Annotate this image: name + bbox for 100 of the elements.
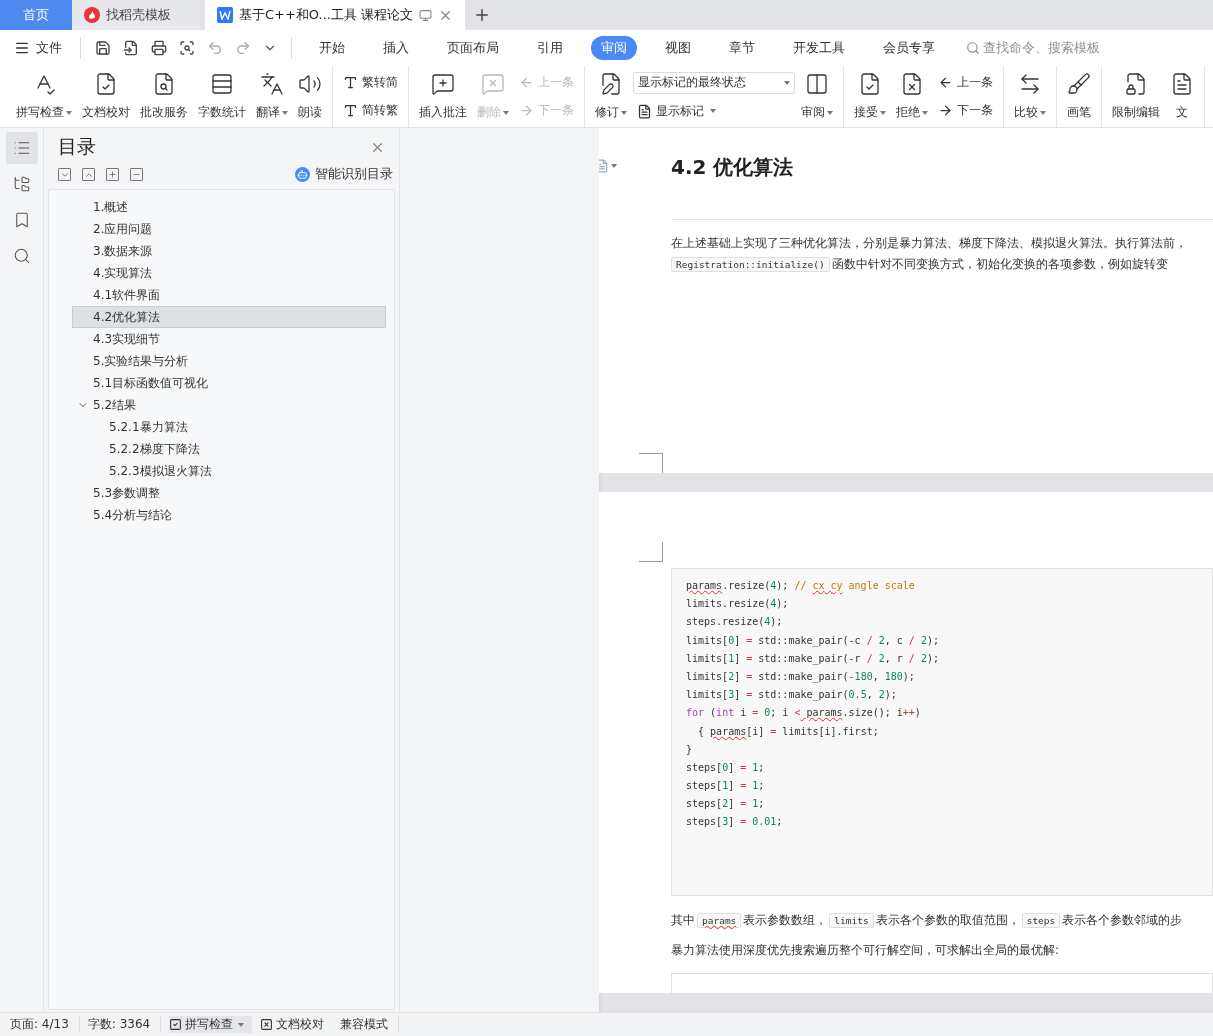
minus-icon[interactable]: [130, 168, 143, 181]
toc-item[interactable]: 2.应用问题: [72, 218, 386, 240]
flame-logo-icon: [84, 7, 100, 23]
expand-icon[interactable]: [58, 168, 71, 181]
ribbon-button[interactable]: 插入批注: [415, 68, 471, 125]
toc-item[interactable]: 5.2结果: [72, 394, 386, 416]
code-line: steps[1] = 1;: [686, 779, 766, 794]
code-line: params.resize(4); // cx cy angle scale: [686, 579, 916, 593]
toc-item[interactable]: 5.1目标函数值可视化: [72, 372, 386, 394]
toc-item[interactable]: 4.2优化算法: [72, 306, 386, 328]
ribbon-button[interactable]: 拒绝: [892, 68, 932, 125]
ribbon-tab[interactable]: 引用: [527, 36, 573, 60]
body-text: 暴力算法使用深度优先搜索遍历整个可行解空间，可求解出全局的最优解:: [671, 942, 1061, 959]
outline-icon[interactable]: [5, 132, 38, 164]
spellcheck-button[interactable]: 拼写检查: [169, 1016, 253, 1033]
ribbon-tab[interactable]: 视图: [655, 36, 701, 60]
ribbon-button[interactable]: 修订: [591, 68, 631, 125]
ribbon-button[interactable]: 显示标记: [633, 100, 795, 122]
caret-icon: [784, 80, 790, 85]
toc-item[interactable]: 5.2.1暴力算法: [72, 416, 386, 438]
panel-title: 目录: [58, 134, 96, 159]
document-pen-icon: [599, 72, 623, 96]
collapse-icon[interactable]: [82, 168, 95, 181]
toc-item[interactable]: 4.1软件界面: [72, 284, 386, 306]
code-line: steps.resize(4);: [686, 615, 784, 630]
ribbon-tab[interactable]: 会员专享: [873, 36, 945, 60]
ribbon-button[interactable]: 审阅: [797, 68, 837, 125]
ribbon-button[interactable]: 繁转简: [339, 71, 402, 93]
paragraph-icon[interactable]: [599, 158, 617, 174]
toc-item[interactable]: 5.2.2梯度下降法: [72, 438, 386, 460]
document-x-icon: [900, 72, 924, 96]
code-line: steps[0] = 1;: [686, 760, 766, 775]
toc-item[interactable]: 5.3参数调整: [72, 482, 386, 504]
toc-item[interactable]: 4.3实现细节: [72, 328, 386, 350]
code-line: for (int i = 0; i < params.size(); i++): [686, 706, 922, 721]
undo-icon[interactable]: [207, 40, 223, 56]
code-line: limits[1] = std::make_pair(-r / 2, r / 2);: [686, 651, 940, 667]
document-lock-icon: [1124, 72, 1148, 96]
ribbon-button[interactable]: 画笔: [1063, 68, 1095, 125]
toc-item[interactable]: 5.2.3模拟退火算法: [72, 460, 386, 482]
tab-label: 首页: [23, 6, 49, 24]
ribbon-tab[interactable]: 开始: [309, 36, 355, 60]
rows-icon: [210, 72, 234, 96]
tab-label: 找稻壳模板: [106, 6, 171, 24]
square-x-icon: [260, 1018, 274, 1031]
ribbon-button[interactable]: 朗读: [294, 68, 326, 125]
monitor-icon[interactable]: [419, 8, 433, 22]
ribbon-button[interactable]: 比较: [1010, 68, 1050, 125]
translate-icon: [260, 72, 284, 96]
ribbon-button[interactable]: 简转繁: [339, 100, 402, 122]
document-search-icon: [152, 72, 176, 96]
ribbon-button[interactable]: 翻译: [252, 68, 292, 125]
document-check-icon: [94, 72, 118, 96]
ribbon-button[interactable]: 拼写检查: [12, 68, 76, 125]
toc-item[interactable]: 4.实现算法: [72, 262, 386, 284]
toc-item[interactable]: 1.概述: [72, 196, 386, 218]
body-text: 在上述基础上实现了三种优化算法，分别是暴力算法、梯度下降法、模拟退火算法。执行算法前，: [671, 236, 1187, 250]
smart-toc-button[interactable]: 智能识别目录: [295, 166, 393, 183]
toc-item[interactable]: 5.实验结果与分析: [72, 350, 386, 372]
ribbon-button[interactable]: 批改服务: [136, 68, 192, 125]
code-line: limits[3] = std::make_pair(0.5, 2);: [686, 688, 898, 703]
ribbon-button[interactable]: 上一条: [934, 71, 997, 93]
ribbon-button[interactable]: 接受: [850, 68, 890, 125]
code-line: }: [686, 742, 694, 757]
search-icon: [966, 41, 980, 55]
proofread-button[interactable]: 文档校对: [260, 1016, 333, 1033]
ribbon-tab[interactable]: 开发工具: [783, 36, 855, 60]
file-menu-button[interactable]: 文件: [14, 39, 70, 57]
preview-icon[interactable]: [179, 40, 195, 56]
crop-mark: [639, 542, 663, 562]
ribbon-button[interactable]: 文: [1166, 68, 1198, 125]
body-text: 其中: [671, 913, 695, 927]
inline-code: steps: [1021, 913, 1061, 928]
speaker-icon: [298, 72, 322, 96]
ribbon-button[interactable]: 字数统计: [194, 68, 250, 125]
toc-item[interactable]: 5.4分析与结论: [72, 504, 386, 526]
ribbon-tab[interactable]: 页面布局: [437, 36, 509, 60]
code-line: limits[2] = std::make_pair(-180, 180);: [686, 669, 916, 685]
ribbon-tab[interactable]: 章节: [719, 36, 765, 60]
ribbon-button[interactable]: 文档校对: [78, 68, 134, 125]
tab-label: 基于C++和O...工具 课程论文: [239, 6, 414, 24]
markup-select[interactable]: 显示标记的最终状态: [633, 71, 795, 94]
inline-code: limits: [829, 913, 874, 928]
plus-icon[interactable]: [106, 168, 119, 181]
code-line: steps[2] = 1;: [686, 797, 766, 812]
save-icon[interactable]: [95, 40, 111, 56]
ribbon-tab[interactable]: 插入: [373, 36, 419, 60]
toc-item[interactable]: 3.数据来源: [72, 240, 386, 262]
menu-icon: [14, 40, 30, 56]
export-icon[interactable]: [123, 40, 139, 56]
redo-icon[interactable]: [235, 40, 251, 56]
document-icon: [1170, 72, 1194, 96]
document-tab[interactable]: 找稻壳模板: [72, 0, 200, 30]
print-icon[interactable]: [151, 40, 167, 56]
code-line: limits[0] = std::make_pair(-c / 2, c / 2);: [686, 633, 940, 649]
brush-icon: [1067, 72, 1091, 96]
document-tab[interactable]: 基于C++和O...工具 课程论文: [205, 0, 465, 30]
ribbon-button[interactable]: 限制编辑: [1108, 68, 1164, 125]
body-text: 函数中针对不同变换方式，初始化变换的各项参数，例如旋转变: [831, 257, 1168, 271]
ribbon-button[interactable]: 下一条: [934, 100, 997, 122]
